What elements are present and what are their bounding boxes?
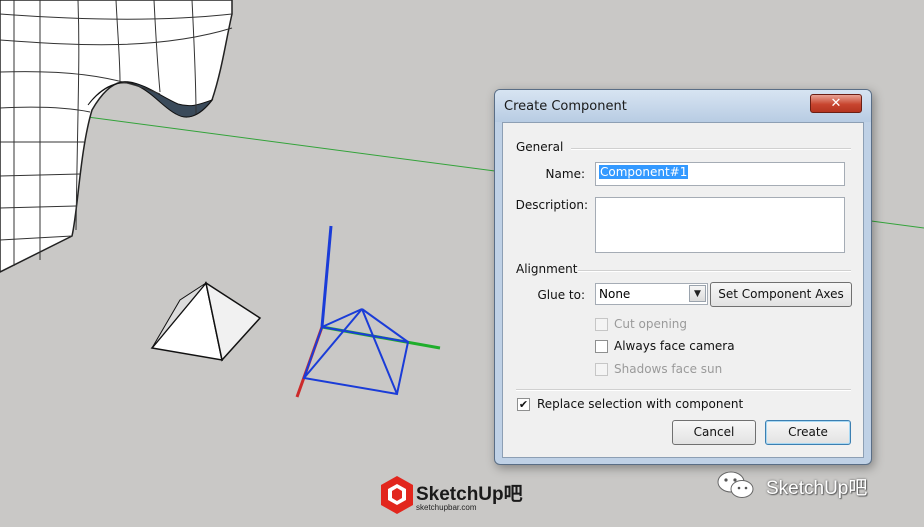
description-label: Description: (515, 198, 588, 212)
pyramid-solid (150, 281, 262, 362)
replace-selection-label: Replace selection with component (537, 397, 744, 411)
always-face-camera-checkbox[interactable] (595, 340, 608, 353)
glue-to-value: None (599, 287, 631, 301)
brand-name: SketchUp吧 (416, 484, 523, 505)
social-watermark: SketchUp吧 (716, 469, 906, 501)
cut-opening-checkbox[interactable] (595, 318, 608, 331)
name-value: Component#1 (599, 165, 689, 179)
always-face-camera-label: Always face camera (614, 339, 735, 353)
create-button[interactable]: Create (765, 420, 851, 445)
name-label: Name: (545, 167, 585, 181)
shadows-face-sun-checkbox[interactable] (595, 363, 608, 376)
cancel-button[interactable]: Cancel (672, 420, 756, 445)
social-account-name: SketchUp吧 (766, 478, 868, 499)
wechat-icon (717, 471, 754, 498)
glue-to-select[interactable]: None ▼ (595, 283, 708, 305)
sketchup-logo-icon (381, 476, 413, 514)
name-field[interactable]: Component#1 (595, 162, 845, 186)
alignment-section-label: Alignment (516, 262, 578, 276)
alignment-divider (578, 270, 851, 272)
selected-pyramid-wireframe (302, 308, 410, 396)
brand-url: sketchupbar.com (416, 503, 477, 512)
description-field[interactable] (595, 197, 845, 253)
replace-selection-checkbox[interactable]: ✔ (517, 398, 530, 411)
dialog-titlebar[interactable]: Create Component ✕ (495, 90, 871, 122)
general-divider (571, 148, 851, 150)
dialog-title: Create Component (504, 99, 627, 114)
dialog-body: General Name: Component#1 Description: A… (502, 122, 864, 458)
options-divider (516, 389, 851, 391)
close-icon[interactable]: ✕ (810, 94, 862, 113)
shadows-face-sun-label: Shadows face sun (614, 362, 723, 376)
cut-opening-label: Cut opening (614, 317, 688, 331)
chevron-down-icon[interactable]: ▼ (689, 285, 706, 302)
brand-watermark: SketchUp吧 sketchupbar.com (380, 475, 523, 519)
curved-surface (0, 0, 233, 273)
axis-blue (320, 225, 333, 328)
glue-to-label: Glue to: (537, 288, 585, 302)
create-component-dialog: Create Component ✕ General Name: Compone… (494, 89, 872, 465)
set-component-axes-button[interactable]: Set Component Axes (710, 282, 852, 307)
general-section-label: General (516, 140, 564, 154)
